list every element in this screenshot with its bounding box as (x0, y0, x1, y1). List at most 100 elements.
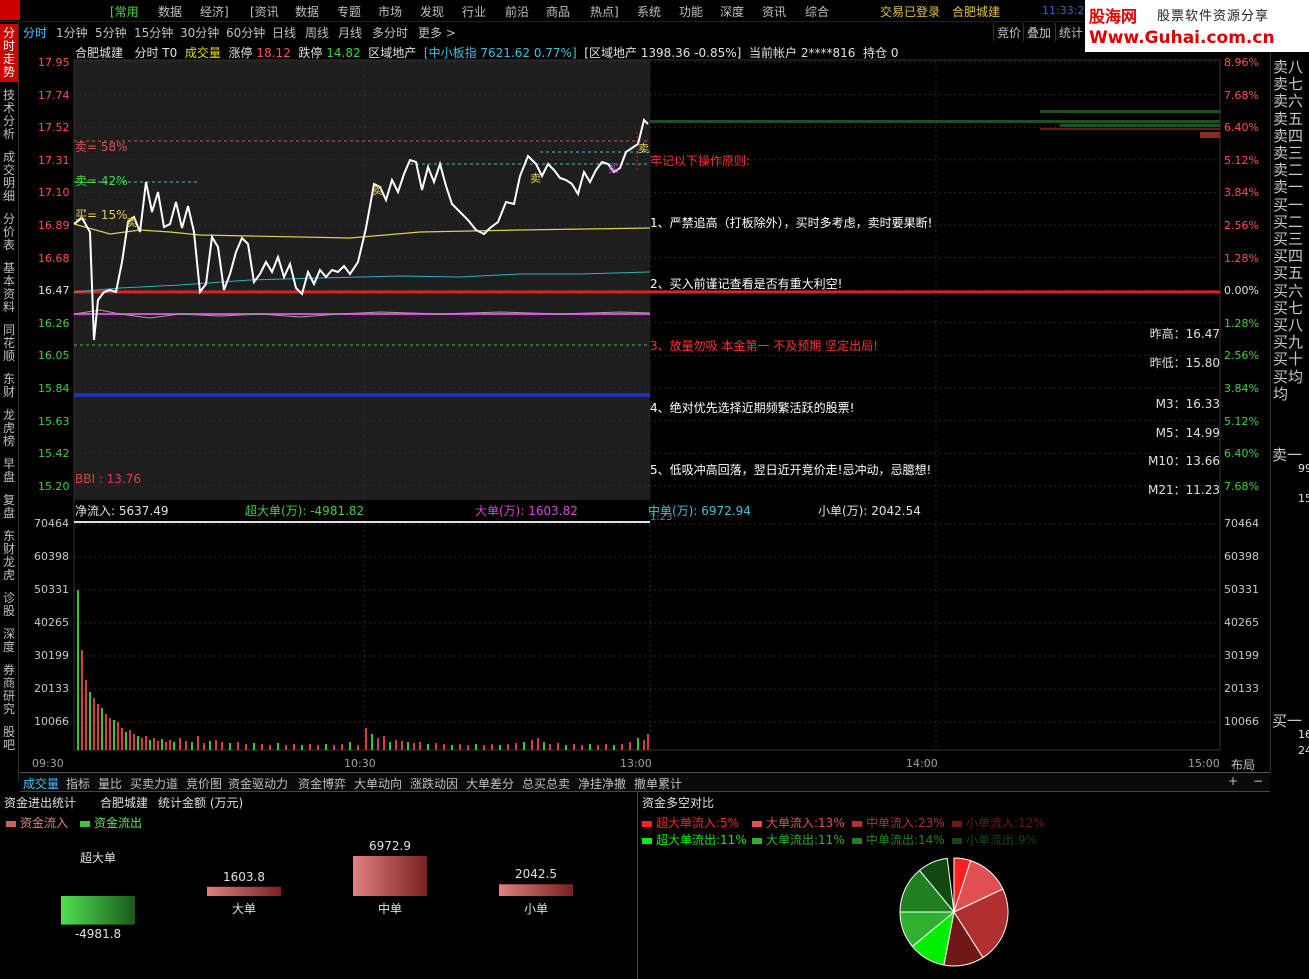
layout-button[interactable]: 布局 (1231, 756, 1255, 773)
side-tab[interactable]: 券商研究 (0, 661, 18, 719)
indicator-tab[interactable]: 成交量 (23, 775, 59, 792)
menu-item[interactable]: 深度 (720, 3, 744, 20)
indicator-tab[interactable]: 买卖力道 (130, 775, 178, 792)
depth-bar (1060, 124, 1220, 127)
period-tab[interactable]: 日线 (272, 24, 296, 41)
note-3: 3、放量勿吸 本金第一 不及预期 坚定出局! (650, 339, 878, 353)
indicator-tab[interactable]: 总买总卖 (522, 775, 570, 792)
menu-item[interactable]: 功能 (679, 3, 703, 20)
tool-button[interactable]: 统计 (1055, 23, 1086, 41)
period-tab[interactable]: 月线 (338, 24, 362, 41)
price-tick: 16.89 (38, 219, 70, 232)
fund-bar-value: -4981.8 (74, 926, 122, 941)
indicator-tab[interactable]: 量比 (98, 775, 122, 792)
tool-button[interactable]: 竞价 (993, 23, 1024, 41)
indicator-tab[interactable]: 竞价图 (186, 775, 222, 792)
percent-tick: 0.00% (1224, 284, 1259, 298)
side-tab[interactable]: 诊股 (0, 589, 18, 621)
menu-item[interactable]: 市场 (378, 3, 402, 20)
legend-swatch (952, 820, 962, 827)
indicator-tab[interactable]: 资金驱动力 (228, 775, 288, 792)
zoom-out-button[interactable]: − (1253, 774, 1263, 788)
side-tab[interactable]: 技术分析 (0, 86, 18, 144)
menu-item[interactable]: 专题 (337, 3, 361, 20)
percent-tick: 5.12% (1224, 153, 1259, 167)
legend-pct: 11% (720, 833, 747, 847)
intraday-chart[interactable] (20, 52, 1270, 772)
volume-tick: 70464 (1224, 517, 1259, 530)
side-tab[interactable]: 分价表 (0, 210, 18, 255)
fund-bar-name: 超大单 (79, 851, 116, 866)
orderbook-label: 均 (1273, 384, 1289, 403)
legend-pct: 13% (818, 816, 845, 830)
fund-bar-value: 2042.5 (515, 867, 557, 882)
menu-item[interactable]: 商品 (546, 3, 570, 20)
menu-item[interactable]: 发现 (420, 3, 444, 20)
period-tab[interactable]: 1分钟 (56, 24, 88, 41)
indicator-tab[interactable]: 大单动向 (354, 775, 402, 792)
side-tab[interactable]: 龙虎榜 (0, 406, 18, 451)
indicator-tab[interactable]: 资金博弈 (298, 775, 346, 792)
m5-stat: M5：14.99 (1155, 426, 1220, 440)
zoom-in-button[interactable]: + (1228, 774, 1238, 788)
side-tab[interactable]: 东财 (0, 370, 18, 402)
indicator-tab[interactable]: 大单差分 (466, 775, 514, 792)
period-tab[interactable]: 30分钟 (180, 24, 219, 41)
side-tab[interactable]: 基本资料 (0, 259, 18, 317)
period-tab[interactable]: 15分钟 (134, 24, 173, 41)
sell42-label: 卖= 42% (75, 174, 128, 188)
indicator-tab[interactable]: 净挂净撤 (578, 775, 626, 792)
menu-item[interactable]: 资讯 (762, 3, 786, 20)
side-tab[interactable]: 分时走势 (0, 24, 18, 82)
fund-panel-title: 资金进出统计 (4, 796, 77, 810)
trade-mark-sell: 卖 (372, 184, 383, 197)
side-tab[interactable]: 深度 (0, 625, 18, 657)
menu-item[interactable]: 系统 (637, 3, 661, 20)
side-tab[interactable]: 同花顺 (0, 321, 18, 366)
period-tab[interactable]: 多分时 (372, 24, 408, 41)
indicator-tab[interactable]: 指标 (66, 775, 90, 792)
indicator-tab[interactable]: 撤单累计 (634, 775, 682, 792)
percent-tick: 6.40% (1224, 447, 1259, 461)
side-tab[interactable]: 早盘 (0, 455, 18, 487)
period-tab[interactable]: 分时 (23, 24, 47, 41)
pie-legend-item: 超大单流入:5% (642, 814, 739, 831)
price-tick: 15.42 (38, 447, 70, 461)
side-tab[interactable]: 东财龙虎 (0, 527, 18, 585)
menu-item[interactable]: 经济] (200, 3, 229, 20)
side-tab[interactable]: 股吧 (0, 723, 18, 755)
menu-item[interactable]: 综合 (805, 3, 829, 20)
period-tab[interactable]: 周线 (305, 24, 329, 41)
menu-item[interactable]: [常用 (110, 3, 139, 20)
menu-item[interactable]: 热点] (590, 3, 619, 20)
period-tab[interactable]: 5分钟 (95, 24, 127, 41)
menu-item[interactable]: 行业 (462, 3, 486, 20)
period-tab[interactable]: 60分钟 (226, 24, 265, 41)
percent-tick: 2.56% (1224, 219, 1259, 232)
indicator-tab-bar: 成交量 指标 量比 买卖力道 竞价图 资金驱动力 资金博弈 大单动向 涨跌动因 大单差分 总买总卖净… (20, 772, 1270, 792)
time-tick: 13:00 (620, 757, 652, 770)
fund-bar (353, 856, 427, 896)
menu-stock-name: 合肥城建 (952, 5, 1001, 19)
app-logo-icon[interactable] (0, 0, 20, 20)
indicator-tab[interactable]: 涨跌动因 (410, 775, 458, 792)
percent-tick: 8.96% (1224, 56, 1259, 69)
legend-label: 小单流入: (966, 816, 1019, 830)
tool-button[interactable]: 叠加 (1023, 23, 1054, 41)
volume-tick: 60398 (1224, 550, 1259, 563)
note-4: 4、绝对优先选择近期频繁活跃的股票! (650, 401, 855, 415)
menu-item[interactable]: 数据 (295, 3, 319, 20)
side-tab[interactable]: 复盘 (0, 491, 18, 523)
brand-name: 股海网 (1089, 7, 1138, 26)
sell1-vol: 99 (1298, 462, 1309, 475)
period-tab[interactable]: 更多 > (418, 24, 456, 41)
menu-item[interactable]: 数据 (158, 3, 182, 20)
bbi-label: BBI : 13.76 (75, 472, 142, 486)
volume-tick: 50331 (1224, 583, 1259, 596)
side-tab[interactable]: 成交明细 (0, 148, 18, 206)
legend-label: 中单流入: (866, 816, 919, 830)
menu-item[interactable]: [资讯 (250, 3, 279, 20)
menu-item[interactable]: 前沿 (505, 3, 529, 20)
legend-pct: 14% (918, 833, 945, 847)
fund-bar-value: 6972.9 (369, 839, 411, 853)
